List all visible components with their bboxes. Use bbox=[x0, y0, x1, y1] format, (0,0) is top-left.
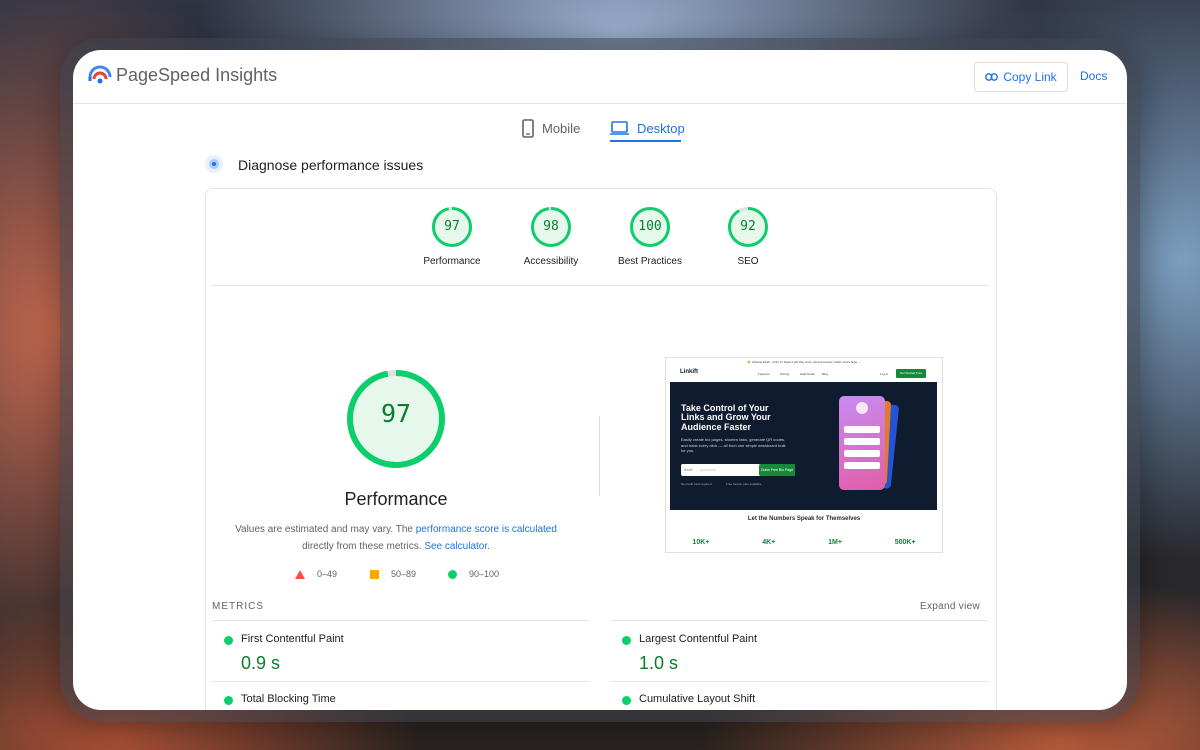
pass-circle-icon bbox=[224, 636, 233, 645]
metric-title: First Contentful Paint bbox=[241, 633, 344, 645]
site-stat: 1M+ bbox=[828, 539, 842, 546]
tab-mobile-label: Mobile bbox=[542, 120, 581, 136]
top-header: PageSpeed Insights Copy Link Docs bbox=[73, 50, 1127, 104]
phone-icon bbox=[522, 118, 534, 138]
score-value: 100 bbox=[638, 219, 662, 234]
expand-view-toggle[interactable]: Expand view bbox=[920, 601, 980, 612]
divider bbox=[212, 681, 590, 682]
legend-range: 90–100 bbox=[469, 569, 500, 579]
docs-link[interactable]: Docs bbox=[1080, 69, 1107, 83]
triangle-icon bbox=[295, 569, 305, 579]
tab-desktop-label: Desktop bbox=[637, 120, 685, 136]
site-benefit: Free forever plan available bbox=[726, 482, 762, 486]
score-value: 98 bbox=[543, 219, 559, 234]
active-tab-indicator bbox=[610, 140, 681, 142]
legend-average: 50–89 bbox=[370, 569, 416, 579]
performance-title: Performance bbox=[344, 489, 448, 509]
pagespeed-logo-icon bbox=[88, 65, 112, 84]
metric-value: 0.9 s bbox=[241, 653, 281, 673]
legend-pass: 90–100 bbox=[448, 569, 499, 579]
metrics-heading: METRICS bbox=[212, 601, 264, 612]
divider bbox=[212, 620, 590, 621]
diagnose-icon bbox=[205, 155, 223, 173]
site-nav-item: Pricing bbox=[780, 372, 790, 376]
site-stat: 4K+ bbox=[762, 539, 776, 546]
tab-mobile[interactable]: Mobile bbox=[522, 113, 580, 143]
site-paragraph: Easily create bio pages, shorten links, … bbox=[681, 437, 786, 453]
site-nav: Linkift Features Pricing Help/Guide Blog… bbox=[666, 366, 942, 383]
site-nav-item: Blog bbox=[822, 372, 829, 376]
pass-circle-icon bbox=[622, 636, 631, 645]
diagnose-title: Diagnose performance issues bbox=[238, 157, 424, 173]
score-gauge-accessibility[interactable]: 98 Accessibility bbox=[501, 206, 601, 267]
tab-desktop[interactable]: Desktop bbox=[610, 113, 685, 143]
metric-value: 1.0 s bbox=[639, 653, 679, 673]
site-input-prefix: linkift/ bbox=[684, 468, 693, 472]
final-screenshot[interactable]: 🔥 Lifetime Deal – Only 17 Spots Left! Pa… bbox=[665, 357, 943, 553]
legend-fail: 0–49 bbox=[295, 569, 337, 579]
score-label: Performance bbox=[423, 256, 481, 267]
site-stat: 500K+ bbox=[894, 539, 916, 546]
legend-range: 0–49 bbox=[317, 569, 338, 579]
divider bbox=[212, 285, 988, 286]
legend-range: 50–89 bbox=[391, 569, 417, 579]
score-gauge-performance[interactable]: 97 Performance bbox=[402, 206, 502, 267]
vertical-divider bbox=[599, 416, 600, 496]
app-title: PageSpeed Insights bbox=[116, 65, 278, 85]
score-label: Best Practices bbox=[618, 256, 682, 267]
note-text: Values are estimated and may vary. The bbox=[235, 524, 416, 535]
site-hero: Take Control of Your Links and Grow Your… bbox=[670, 382, 937, 510]
site-input-placeholder: yourname bbox=[700, 468, 716, 472]
square-icon bbox=[370, 569, 379, 579]
score-value: 92 bbox=[740, 219, 756, 234]
site-nav-cta: Get Started Free bbox=[896, 369, 926, 378]
score-gauge-seo[interactable]: 92 SEO bbox=[698, 206, 798, 267]
site-nav-item: Help/Guide bbox=[800, 372, 816, 376]
see-calculator-link[interactable]: See calculator. bbox=[424, 541, 490, 552]
site-headline: Take Control of Your Links and Grow Your… bbox=[681, 403, 771, 432]
copy-link-button[interactable]: Copy Link bbox=[974, 62, 1068, 92]
note-text-2: directly from these metrics. bbox=[302, 541, 425, 552]
divider bbox=[610, 620, 988, 621]
score-value: 97 bbox=[444, 219, 460, 234]
copy-link-label: Copy Link bbox=[1003, 70, 1057, 84]
metric-title: Largest Contentful Paint bbox=[639, 633, 758, 645]
score-gauge-best-practices[interactable]: 100 Best Practices bbox=[600, 206, 700, 267]
score-label: Accessibility bbox=[523, 256, 579, 267]
circle-icon bbox=[448, 569, 457, 579]
site-stats: 10K+ 4K+ 1M+ 500K+ bbox=[666, 539, 942, 546]
pass-circle-icon bbox=[224, 696, 233, 705]
link-icon bbox=[985, 73, 999, 81]
site-cta-button: Claim Free Bio Page bbox=[759, 464, 795, 476]
mockup-phone bbox=[839, 396, 885, 490]
laptop-icon bbox=[610, 121, 629, 135]
performance-score: 97 bbox=[380, 399, 412, 428]
site-stat: 10K+ bbox=[692, 539, 710, 546]
site-signup-field: linkift/ yourname Claim Free Bio Page bbox=[681, 464, 795, 476]
metric-title: Total Blocking Time bbox=[241, 693, 336, 705]
pass-circle-icon bbox=[622, 696, 631, 705]
score-note: Values are estimated and may vary. The p… bbox=[233, 521, 559, 555]
score-calculation-link[interactable]: performance score is calculated bbox=[416, 524, 557, 535]
score-label: SEO bbox=[737, 256, 759, 267]
site-section-title: Let the Numbers Speak for Themselves bbox=[747, 516, 861, 522]
app-window: PageSpeed Insights Copy Link Docs Mobile… bbox=[73, 50, 1127, 710]
site-logo: Linkift bbox=[680, 369, 698, 375]
site-login: Log in bbox=[880, 372, 889, 376]
divider bbox=[610, 681, 988, 682]
site-benefit: No credit card required bbox=[681, 482, 712, 486]
site-nav-item: Features bbox=[758, 372, 770, 376]
announcement-bar: 🔥 Lifetime Deal – Only 17 Spots Left! Pa… bbox=[666, 358, 942, 366]
metric-title: Cumulative Layout Shift bbox=[639, 693, 756, 705]
